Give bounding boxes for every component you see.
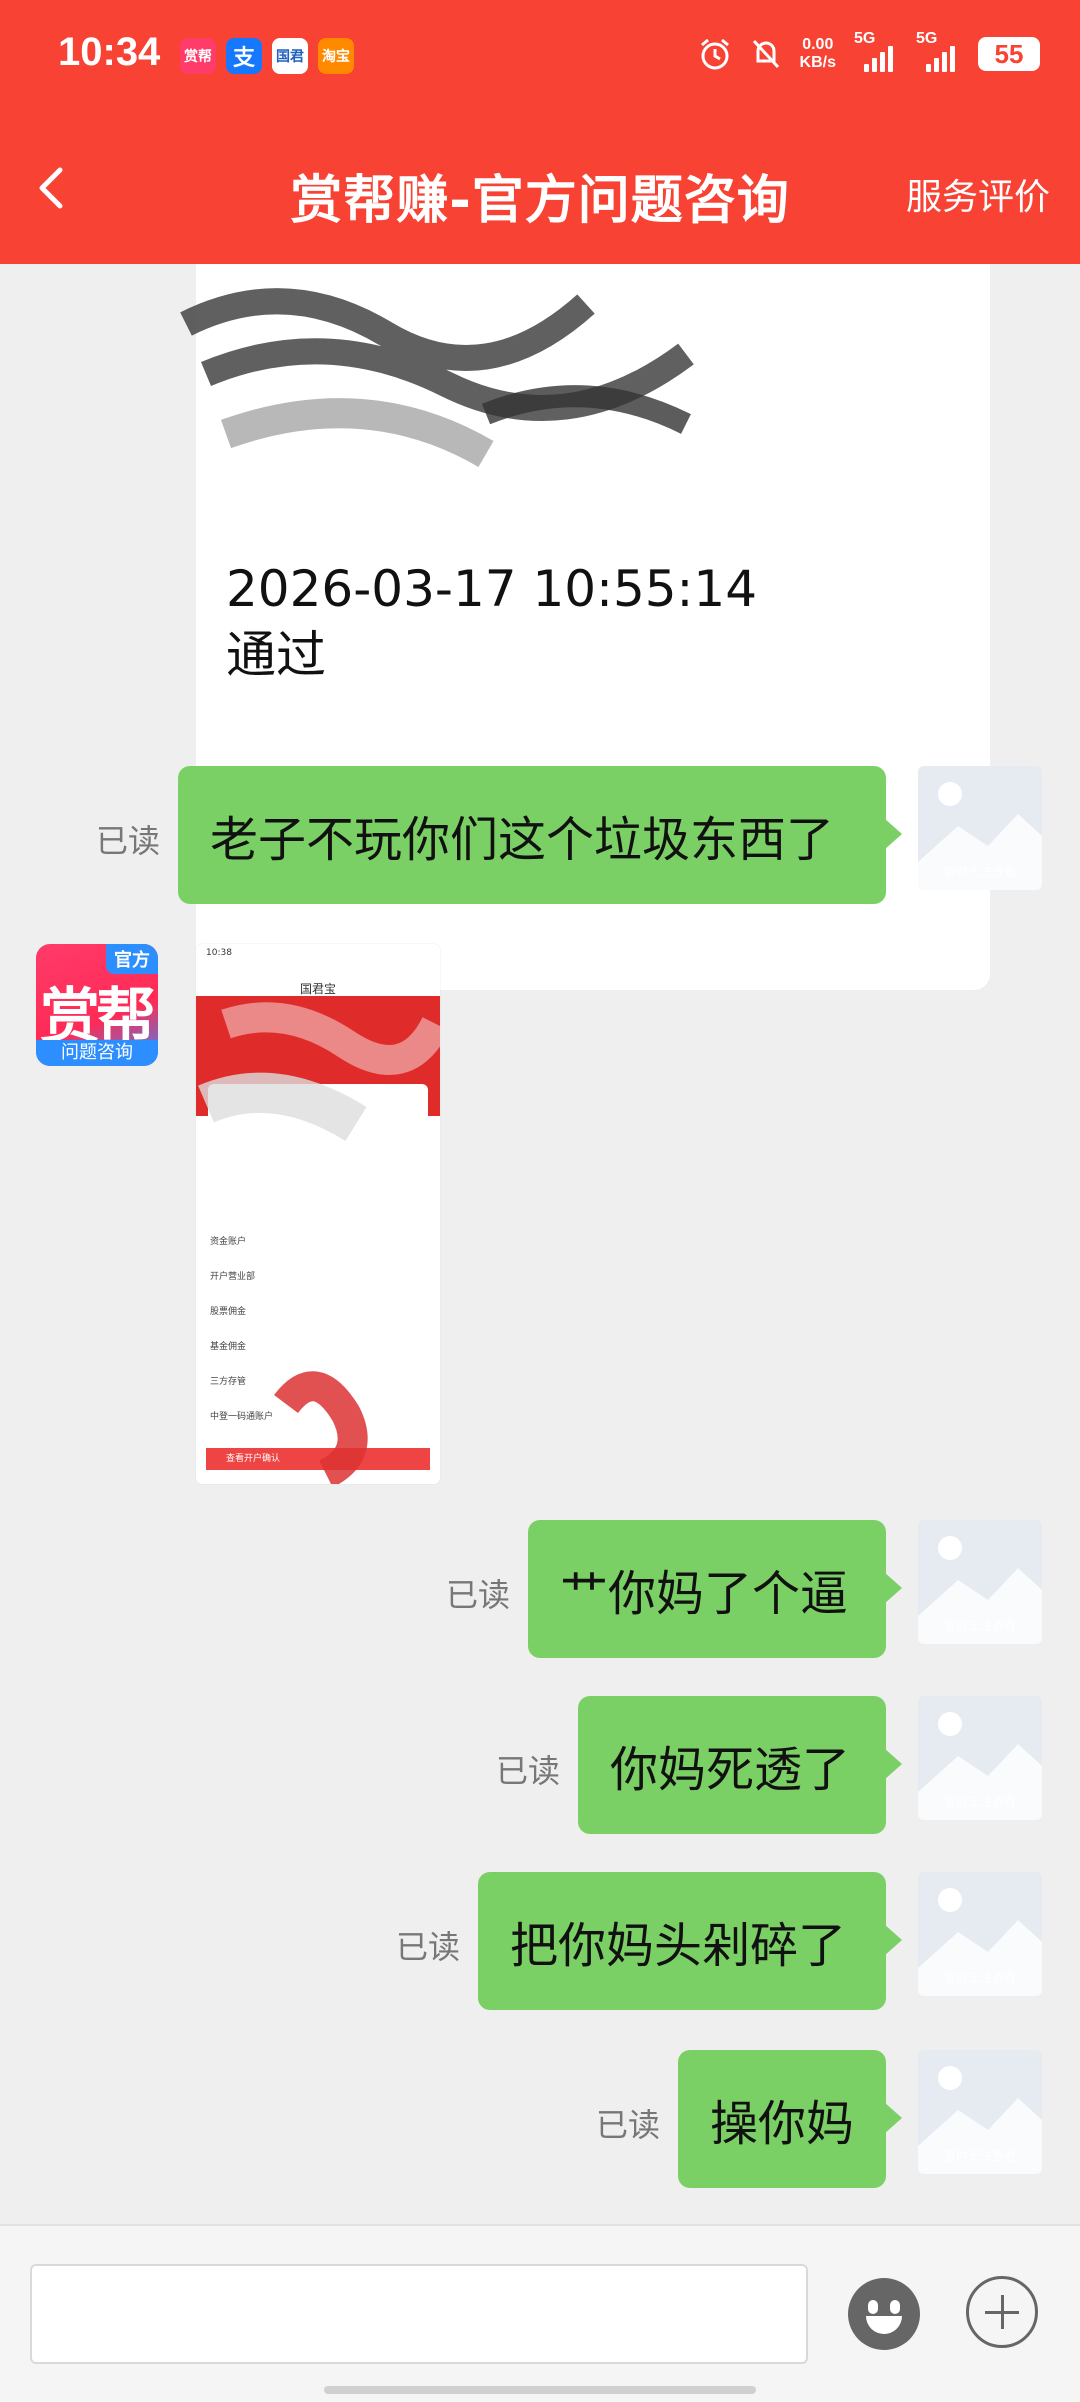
message-row: 已读 操你妈 暂时无法查看	[0, 2050, 1080, 2190]
avatar-placeholder-text: 暂时无法查看	[943, 865, 1016, 879]
service-rating-button[interactable]: 服务评价	[906, 168, 1050, 220]
shot-status: 10:38	[206, 948, 232, 958]
card-text: 2026-03-17 10:55:14 通过	[226, 556, 757, 688]
message-row: 已读 艹你妈了个逼 暂时无法查看	[0, 1520, 1080, 1660]
status-right: 0.00 KB/s 5G 5G 55	[698, 30, 1040, 72]
emoji-mouth	[866, 2316, 902, 2334]
official-avatar[interactable]: 官方 赏帮 问题咨询	[36, 944, 158, 1066]
emoji-eye-left	[868, 2300, 878, 2314]
card-line-status: 通过	[226, 626, 326, 684]
user-avatar[interactable]: 暂时无法查看	[918, 1520, 1042, 1644]
taobao-app-icon: 淘宝	[318, 38, 354, 74]
message-bubble[interactable]: 操你妈	[678, 2050, 902, 2188]
alarm-icon	[700, 38, 729, 70]
user-avatar[interactable]: 暂时无法查看	[918, 2050, 1042, 2174]
message-bubble[interactable]: 老子不玩你们这个垃圾东西了	[178, 766, 902, 904]
message-input[interactable]	[30, 2264, 808, 2364]
read-status: 已读	[446, 1576, 511, 1614]
read-status: 已读	[596, 2106, 661, 2144]
message-row: 已读 你妈死透了 暂时无法查看	[0, 1696, 1080, 1836]
emoji-eye-right	[890, 2300, 900, 2314]
status-time: 10:34	[58, 30, 161, 74]
emoji-icon[interactable]	[848, 2278, 920, 2350]
status-bar: 10:34 赏帮 支 国君 淘宝 0.00 KB/s 5G 5G 55	[0, 0, 1080, 118]
signal-2-icon: 5G	[916, 30, 960, 72]
alipay-app-icon: 支	[226, 38, 262, 74]
official-sub: 问题咨询	[36, 1040, 158, 1066]
read-status: 已读	[96, 822, 161, 860]
avatar-placeholder-text: 暂时无法查看	[943, 2149, 1016, 2163]
message-bubble[interactable]: 把你妈头剁碎了	[478, 1872, 902, 2010]
home-indicator[interactable]	[324, 2386, 756, 2394]
message-row: 已读 老子不玩你们这个垃圾东西了 暂时无法查看	[0, 766, 1080, 906]
avatar-placeholder-text: 暂时无法查看	[943, 1795, 1016, 1809]
notification-icons: 赏帮 支 国君 淘宝	[180, 38, 354, 74]
card-line-date: 2026-03-17 10:55:14	[226, 560, 758, 618]
signal-2-label: 5G	[916, 30, 938, 47]
avatar-placeholder-text: 暂时无法查看	[943, 1619, 1016, 1633]
chat-header: 赏帮赚-官方问题咨询 服务评价	[0, 118, 1080, 264]
message-row: 已读 把你妈头剁碎了 暂时无法查看	[0, 1872, 1080, 2012]
user-avatar[interactable]: 暂时无法查看	[918, 1872, 1042, 1996]
guojun-app-icon: 国君	[272, 38, 308, 74]
net-speed-unit: KB/s	[799, 54, 836, 71]
chat-area[interactable]: 2026-03-17 10:55:14 通过 已读 老子不玩你们这个垃圾东西了 …	[0, 264, 1080, 2224]
signal-1-label: 5G	[854, 30, 876, 47]
bell-muted-icon	[752, 39, 779, 69]
message-bubble[interactable]: 艹你妈了个逼	[528, 1520, 902, 1658]
shangbang-app-icon: 赏帮	[180, 38, 216, 74]
net-speed-value: 0.00	[802, 36, 834, 53]
signal-1-icon: 5G	[854, 30, 898, 72]
read-status: 已读	[496, 1752, 561, 1790]
battery-icon: 55	[978, 37, 1040, 71]
net-speed: 0.00 KB/s	[800, 36, 836, 72]
redaction-scribble	[198, 1002, 440, 1484]
user-avatar[interactable]: 暂时无法查看	[918, 766, 1042, 890]
user-avatar[interactable]: 暂时无法查看	[918, 1696, 1042, 1820]
read-status: 已读	[396, 1928, 461, 1966]
screenshot-image[interactable]: 10:38 国君宝 资金账户 开户营业部 股票佣金 基金佣金 三方存管 中登一码…	[196, 944, 440, 1484]
redaction-scribble	[180, 288, 694, 467]
plus-icon[interactable]	[966, 2276, 1038, 2348]
avatar-placeholder-text: 暂时无法查看	[943, 1971, 1016, 1985]
input-bar	[0, 2224, 1080, 2402]
message-bubble[interactable]: 你妈死透了	[578, 1696, 902, 1834]
